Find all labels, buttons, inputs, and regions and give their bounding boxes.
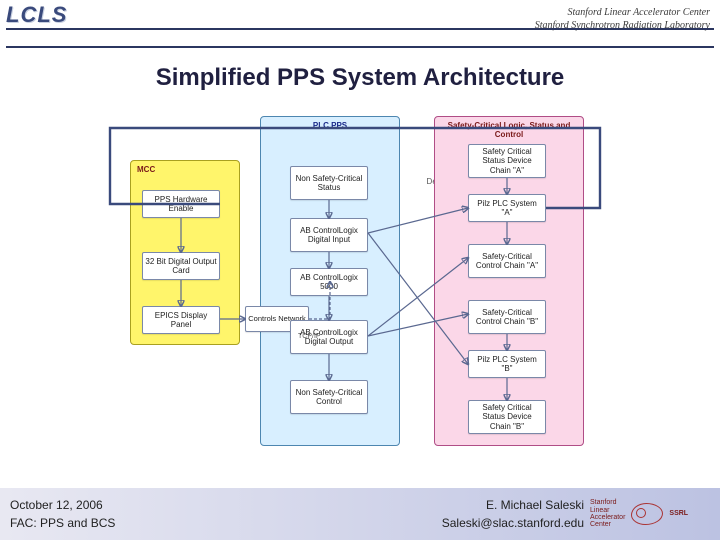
connectors: TCP/IP	[0, 108, 720, 458]
org-line-2: Stanford Synchrotron Radiation Laborator…	[535, 19, 710, 32]
footer-author: E. Michael Saleski	[300, 496, 584, 514]
tcpip-label: TCP/IP	[298, 333, 321, 340]
footer-right: Stanford Linear Accelerator Center SSRL	[590, 499, 710, 528]
slide-footer: October 12, 2006 FAC: PPS and BCS E. Mic…	[0, 488, 720, 540]
header-rule-2	[6, 46, 714, 48]
footer-center: E. Michael Saleski Saleski@slac.stanford…	[300, 496, 590, 532]
footer-date: October 12, 2006	[10, 496, 300, 514]
ssrl-icon	[631, 503, 663, 525]
slide-title: Simplified PPS System Architecture	[0, 64, 720, 92]
footer-topic: FAC: PPS and BCS	[10, 514, 300, 532]
slac-stamp: Stanford Linear Accelerator Center	[590, 499, 625, 528]
slide-header: LCLS Stanford Linear Accelerator Center …	[0, 0, 720, 56]
header-rule-1	[6, 28, 714, 30]
footer-left: October 12, 2006 FAC: PPS and BCS	[10, 496, 300, 532]
slide: LCLS Stanford Linear Accelerator Center …	[0, 0, 720, 540]
architecture-diagram: MCC PLC PPS Safety-Critical Logic, Statu…	[0, 108, 720, 458]
org-line-1: Stanford Linear Accelerator Center	[535, 6, 710, 19]
footer-email: Saleski@slac.stanford.edu	[300, 514, 584, 532]
ssrl-text: SSRL	[669, 510, 688, 517]
lcls-logo: LCLS	[6, 4, 67, 26]
